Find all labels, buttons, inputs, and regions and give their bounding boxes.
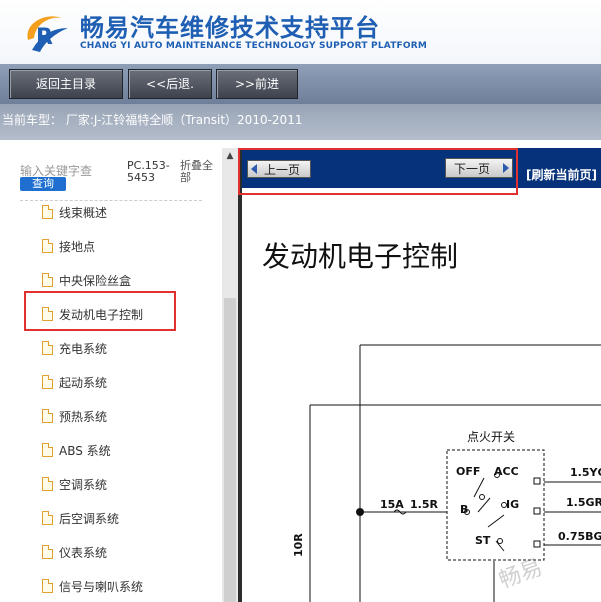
- ignition-switch-label: 点火开关: [467, 430, 515, 444]
- tree-item[interactable]: 充电系统: [42, 338, 107, 358]
- tree-item-label: 信号与喇叭系统: [59, 579, 144, 594]
- current-model-text: 当前车型： 厂家:J-江铃福特全顺（Transit）2010-2011: [2, 113, 303, 127]
- tree-item[interactable]: 信号与喇叭系统: [42, 576, 143, 596]
- tree-item[interactable]: 空调系统: [42, 474, 107, 494]
- document-icon: [42, 205, 53, 219]
- wire-right-2-label: 1.5GR: [566, 496, 601, 509]
- document-icon: [42, 511, 53, 525]
- app-title: 畅易汽车维修技术支持平台: [80, 14, 380, 42]
- tree-item-label: 后空调系统: [59, 511, 120, 526]
- history-back-button[interactable]: <<后退.: [128, 69, 212, 99]
- document-icon: [42, 545, 53, 559]
- tree-scrollbar[interactable]: ▲: [222, 148, 238, 602]
- wire-left-label: 1.5R: [410, 498, 438, 511]
- tree-item[interactable]: 线束概述: [42, 202, 107, 222]
- tree-divider: [20, 200, 202, 201]
- toolbar: 返回主目录 <<后退. >>前进: [0, 64, 601, 104]
- document-icon: [42, 409, 53, 423]
- tree-item[interactable]: 接地点: [42, 236, 95, 256]
- tree-item-label: 中央保险丝盒: [59, 273, 132, 288]
- wire-right-1-label: 1.5YG: [570, 466, 601, 479]
- wire-right-3-label: 0.75BG: [558, 530, 601, 543]
- back-to-catalog-button[interactable]: 返回主目录: [9, 69, 123, 99]
- tree-item-label: 空调系统: [59, 477, 108, 492]
- refresh-page-link[interactable]: [刷新当前页]: [526, 166, 597, 183]
- switch-off-label: OFF: [456, 465, 480, 478]
- scroll-up-icon[interactable]: ▲: [222, 148, 238, 164]
- document-icon: [42, 477, 53, 491]
- switch-b-label: B: [460, 503, 468, 516]
- tree-item-label: 线束概述: [59, 205, 108, 220]
- switch-ig-label: IG: [506, 498, 519, 511]
- tree-item[interactable]: ABS 系统: [42, 440, 111, 460]
- document-view: 发动机电子控制 点火开关 OFF ACC B IG ST 15A 1.5R 1.…: [242, 195, 601, 602]
- app-header: R 畅易汽车维修技术支持平台 CHANG YI AUTO MAINTENANCE…: [0, 0, 601, 64]
- search-button[interactable]: 查询: [20, 177, 66, 191]
- document-icon: [42, 273, 53, 287]
- selection-highlight: [24, 291, 176, 331]
- tree-item[interactable]: 后空调系统: [42, 508, 119, 528]
- scroll-thumb[interactable]: [224, 298, 236, 602]
- wiring-diagram: 点火开关 OFF ACC B IG ST 15A 1.5R 1.5YG 1.5G…: [292, 344, 601, 602]
- vertical-wire-label: 10R: [292, 533, 305, 557]
- history-forward-button[interactable]: >>前进: [216, 69, 298, 99]
- tree-item-label: ABS 系统: [59, 443, 111, 458]
- current-model-bar: 当前车型： 厂家:J-江铃福特全顺（Transit）2010-2011: [0, 104, 601, 140]
- collapse-all-link[interactable]: 折叠全部: [180, 160, 222, 184]
- pc-code: PC.153-5453: [127, 159, 170, 184]
- tree-item-label: 接地点: [59, 239, 96, 254]
- app-subtitle: CHANG YI AUTO MAINTENANCE TECHNOLOGY SUP…: [80, 41, 428, 51]
- tree-item-label: 充电系统: [59, 341, 108, 356]
- left-panel: 输入关键字查 查询 PC.153-5453 折叠全部: [0, 140, 238, 602]
- document-icon: [42, 341, 53, 355]
- document-icon: [42, 375, 53, 389]
- document-icon: [42, 443, 53, 457]
- tree-item[interactable]: 起动系统: [42, 372, 107, 392]
- tree-item[interactable]: 预热系统: [42, 406, 107, 426]
- tree-item[interactable]: 中央保险丝盒: [42, 270, 131, 290]
- switch-acc-label: ACC: [494, 465, 519, 478]
- fuse-label: 15A: [380, 498, 404, 511]
- tree-item-label: 预热系统: [59, 409, 108, 424]
- tree-item[interactable]: 仪表系统: [42, 542, 107, 562]
- nav-highlight: [238, 148, 518, 195]
- document-icon: [42, 239, 53, 253]
- junction-dot: [356, 508, 364, 516]
- switch-st-label: ST: [475, 534, 491, 547]
- svg-text:R: R: [36, 25, 53, 50]
- document-icon: [42, 579, 53, 593]
- tree-item-label: 仪表系统: [59, 545, 108, 560]
- tree-item-label: 起动系统: [59, 375, 108, 390]
- logo-icon: R: [27, 16, 68, 52]
